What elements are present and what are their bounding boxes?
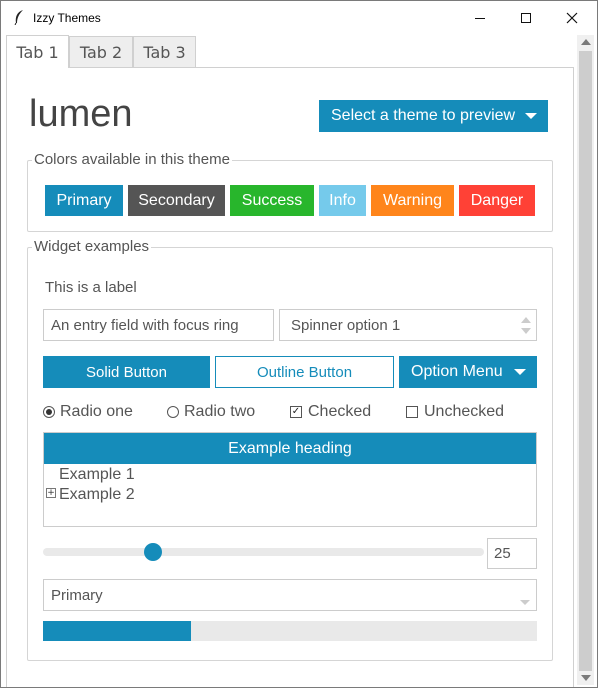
- maximize-icon: [521, 13, 531, 23]
- radio-selected-icon: [43, 406, 55, 418]
- chevron-down-icon: [514, 369, 526, 375]
- tab-2[interactable]: Tab 2: [69, 36, 133, 67]
- scale-value-entry[interactable]: 25: [487, 538, 537, 569]
- radio-one-label: Radio one: [60, 403, 133, 420]
- swatch-primary[interactable]: Primary: [45, 185, 123, 216]
- checkbox-checked[interactable]: ✓ Checked: [290, 403, 371, 421]
- checkbox-checked-icon: ✓: [290, 406, 302, 418]
- checkbox-unchecked-label: Unchecked: [424, 403, 505, 420]
- checkbox-checked-label: Checked: [308, 403, 372, 420]
- treeview[interactable]: Example heading Example 1 + Example 2: [43, 432, 537, 527]
- swatch-info[interactable]: Info: [319, 185, 366, 216]
- radio-one[interactable]: Radio one: [43, 403, 133, 421]
- progress-bar: [43, 621, 537, 641]
- title-bar: Izzy Themes: [1, 1, 597, 35]
- progress-fill: [43, 621, 192, 641]
- close-icon: [566, 12, 578, 24]
- spinner-value: Spinner option 1: [291, 316, 401, 334]
- example-label: This is a label: [45, 279, 137, 296]
- checkbox-unchecked[interactable]: Unchecked: [406, 403, 504, 421]
- close-button[interactable]: [549, 1, 595, 35]
- option-menu-label: Option Menu: [411, 363, 503, 380]
- tab-1[interactable]: Tab 1: [6, 35, 69, 68]
- chevron-down-icon: [525, 113, 537, 119]
- entry-field[interactable]: An entry field with focus ring: [43, 309, 274, 341]
- swatch-success[interactable]: Success: [230, 185, 314, 216]
- outline-button[interactable]: Outline Button: [215, 356, 394, 388]
- solid-button[interactable]: Solid Button: [43, 356, 210, 388]
- scale-track[interactable]: [43, 548, 484, 556]
- swatch-warning[interactable]: Warning: [371, 185, 454, 216]
- tree-item[interactable]: Example 1: [59, 466, 135, 484]
- treeview-heading[interactable]: Example heading: [44, 433, 536, 464]
- checkbox-unchecked-icon: [406, 406, 418, 418]
- radio-unselected-icon: [167, 406, 179, 418]
- theme-select-menu[interactable]: Select a theme to preview: [319, 100, 548, 132]
- scroll-down-icon[interactable]: [581, 675, 591, 681]
- widgets-group-title: Widget examples: [32, 238, 152, 255]
- expand-icon[interactable]: +: [46, 488, 56, 498]
- scroll-up-icon[interactable]: [581, 39, 591, 45]
- minimize-button[interactable]: [457, 1, 503, 35]
- spinner-up-icon[interactable]: [521, 317, 531, 323]
- option-menu[interactable]: Option Menu: [399, 356, 537, 388]
- tab-3[interactable]: Tab 3: [133, 36, 196, 67]
- spinner-down-icon[interactable]: [521, 328, 531, 334]
- chevron-down-icon: [520, 600, 530, 605]
- tree-item[interactable]: Example 2: [59, 486, 135, 504]
- radio-two[interactable]: Radio two: [167, 403, 255, 421]
- spinner-field[interactable]: Spinner option 1: [279, 309, 537, 341]
- scroll-thumb[interactable]: [579, 51, 592, 671]
- colors-group-title: Colors available in this theme: [32, 151, 232, 168]
- maximize-button[interactable]: [503, 1, 549, 35]
- minimize-icon: [475, 17, 485, 19]
- radio-two-label: Radio two: [184, 403, 256, 420]
- combobox[interactable]: Primary: [43, 579, 537, 611]
- app-window: Izzy Themes Tab 1 Tab 2 Tab 3 lumen Sele…: [0, 0, 598, 688]
- swatch-danger[interactable]: Danger: [459, 185, 535, 216]
- theme-select-label: Select a theme to preview: [331, 107, 516, 124]
- combobox-value: Primary: [51, 586, 103, 604]
- theme-name-heading: lumen: [29, 93, 133, 135]
- window-title: Izzy Themes: [33, 11, 101, 25]
- swatch-secondary[interactable]: Secondary: [128, 185, 225, 216]
- vertical-scrollbar[interactable]: [577, 35, 594, 685]
- feather-icon: [13, 9, 27, 27]
